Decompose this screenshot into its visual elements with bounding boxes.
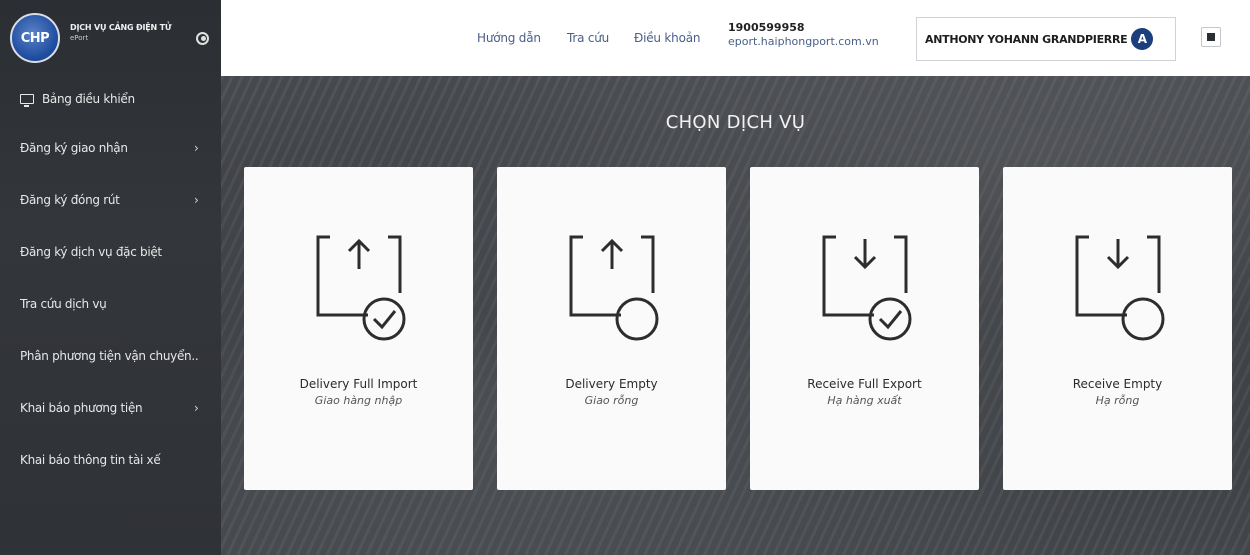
- sidebar-item-label: Đăng ký đóng rút: [20, 193, 120, 207]
- card-subtitle: Hạ rỗng: [1095, 394, 1140, 407]
- service-card-receive-empty[interactable]: Receive Empty Hạ rỗng: [1003, 167, 1232, 490]
- link-lookup[interactable]: Tra cứu: [567, 31, 609, 45]
- hotline: 1900599958 eport.haiphongport.com.vn: [728, 21, 879, 48]
- avatar: A: [1131, 28, 1154, 50]
- sidebar-item-vehicle-declaration[interactable]: Khai báo phương tiện ›: [0, 382, 221, 434]
- sidebar-item-special-service[interactable]: Đăng ký dịch vụ đặc biệt: [0, 226, 221, 278]
- top-header: Hướng dẫn Tra cứu Điều khoản 1900599958 …: [221, 0, 1250, 76]
- main-content: CHỌN DỊCH VỤ Delivery Full Import Giao h…: [221, 76, 1250, 555]
- brand-title: DỊCH VỤ CẢNG ĐIỆN TỬ: [70, 22, 172, 32]
- card-subtitle: Giao rỗng: [584, 394, 639, 407]
- card-title: Delivery Empty: [565, 377, 658, 391]
- sidebar-item-label: Tra cứu dịch vụ: [20, 297, 107, 311]
- sidebar-toggle-icon[interactable]: [196, 32, 209, 45]
- user-name: ANTHONY YOHANN GRANDPIERRE: [925, 32, 1128, 46]
- sidebar-item-label: Khai báo phương tiện: [20, 401, 143, 415]
- link-guide[interactable]: Hướng dẫn: [477, 31, 541, 45]
- monitor-icon: [20, 94, 34, 107]
- download-doc-check-icon: [822, 235, 912, 341]
- hotline-number: 1900599958: [728, 21, 805, 34]
- panel-toggle-button[interactable]: [1201, 27, 1221, 47]
- panel-icon: [1207, 33, 1215, 41]
- service-card-delivery-empty[interactable]: Delivery Empty Giao rỗng: [497, 167, 726, 490]
- link-terms[interactable]: Điều khoản: [634, 31, 700, 45]
- page-title: CHỌN DỊCH VỤ: [665, 112, 806, 133]
- service-card-receive-full-export[interactable]: Receive Full Export Hạ hàng xuất: [750, 167, 979, 490]
- sidebar-item-vehicle-assignment[interactable]: Phân phương tiện vận chuyển..: [0, 330, 221, 382]
- sidebar: CHP DỊCH VỤ CẢNG ĐIỆN TỬ ePort Bảng điều…: [0, 0, 221, 555]
- sidebar-item-label: Đăng ký giao nhận: [20, 141, 128, 155]
- sidebar-item-stuffing-registration[interactable]: Đăng ký đóng rút ›: [0, 174, 221, 226]
- card-subtitle: Giao hàng nhập: [314, 394, 403, 407]
- sidebar-item-label: Bảng điều khiển: [42, 92, 135, 106]
- chevron-right-icon: ›: [194, 193, 199, 207]
- brand-text: DỊCH VỤ CẢNG ĐIỆN TỬ ePort: [70, 22, 172, 42]
- card-subtitle: Hạ hàng xuất: [827, 394, 902, 407]
- chevron-right-icon: ›: [194, 401, 199, 415]
- sidebar-item-service-lookup[interactable]: Tra cứu dịch vụ: [0, 278, 221, 330]
- sidebar-item-dashboard[interactable]: Bảng điều khiển: [0, 76, 221, 122]
- sidebar-item-label: Đăng ký dịch vụ đặc biệt: [20, 245, 162, 259]
- upload-doc-check-icon: [316, 235, 406, 341]
- brand[interactable]: CHP DỊCH VỤ CẢNG ĐIỆN TỬ ePort: [0, 0, 221, 76]
- card-title: Receive Full Export: [807, 377, 922, 391]
- website-link[interactable]: eport.haiphongport.com.vn: [728, 35, 879, 48]
- user-menu[interactable]: ANTHONY YOHANN GRANDPIERRE A: [916, 17, 1176, 61]
- card-title: Receive Empty: [1072, 377, 1163, 391]
- upload-doc-empty-icon: [569, 235, 659, 341]
- sidebar-item-delivery-registration[interactable]: Đăng ký giao nhận ›: [0, 122, 221, 174]
- service-card-delivery-full-import[interactable]: Delivery Full Import Giao hàng nhập: [244, 167, 473, 490]
- sidebar-item-driver-info[interactable]: Khai báo thông tin tài xế: [0, 434, 221, 486]
- download-doc-empty-icon: [1075, 235, 1165, 341]
- sidebar-item-label: Phân phương tiện vận chuyển..: [20, 349, 199, 363]
- card-title: Delivery Full Import: [299, 377, 418, 391]
- sidebar-item-label: Khai báo thông tin tài xế: [20, 453, 161, 467]
- chevron-right-icon: ›: [194, 141, 199, 155]
- brand-subtitle: ePort: [70, 33, 89, 42]
- eport-logo: CHP: [10, 13, 60, 63]
